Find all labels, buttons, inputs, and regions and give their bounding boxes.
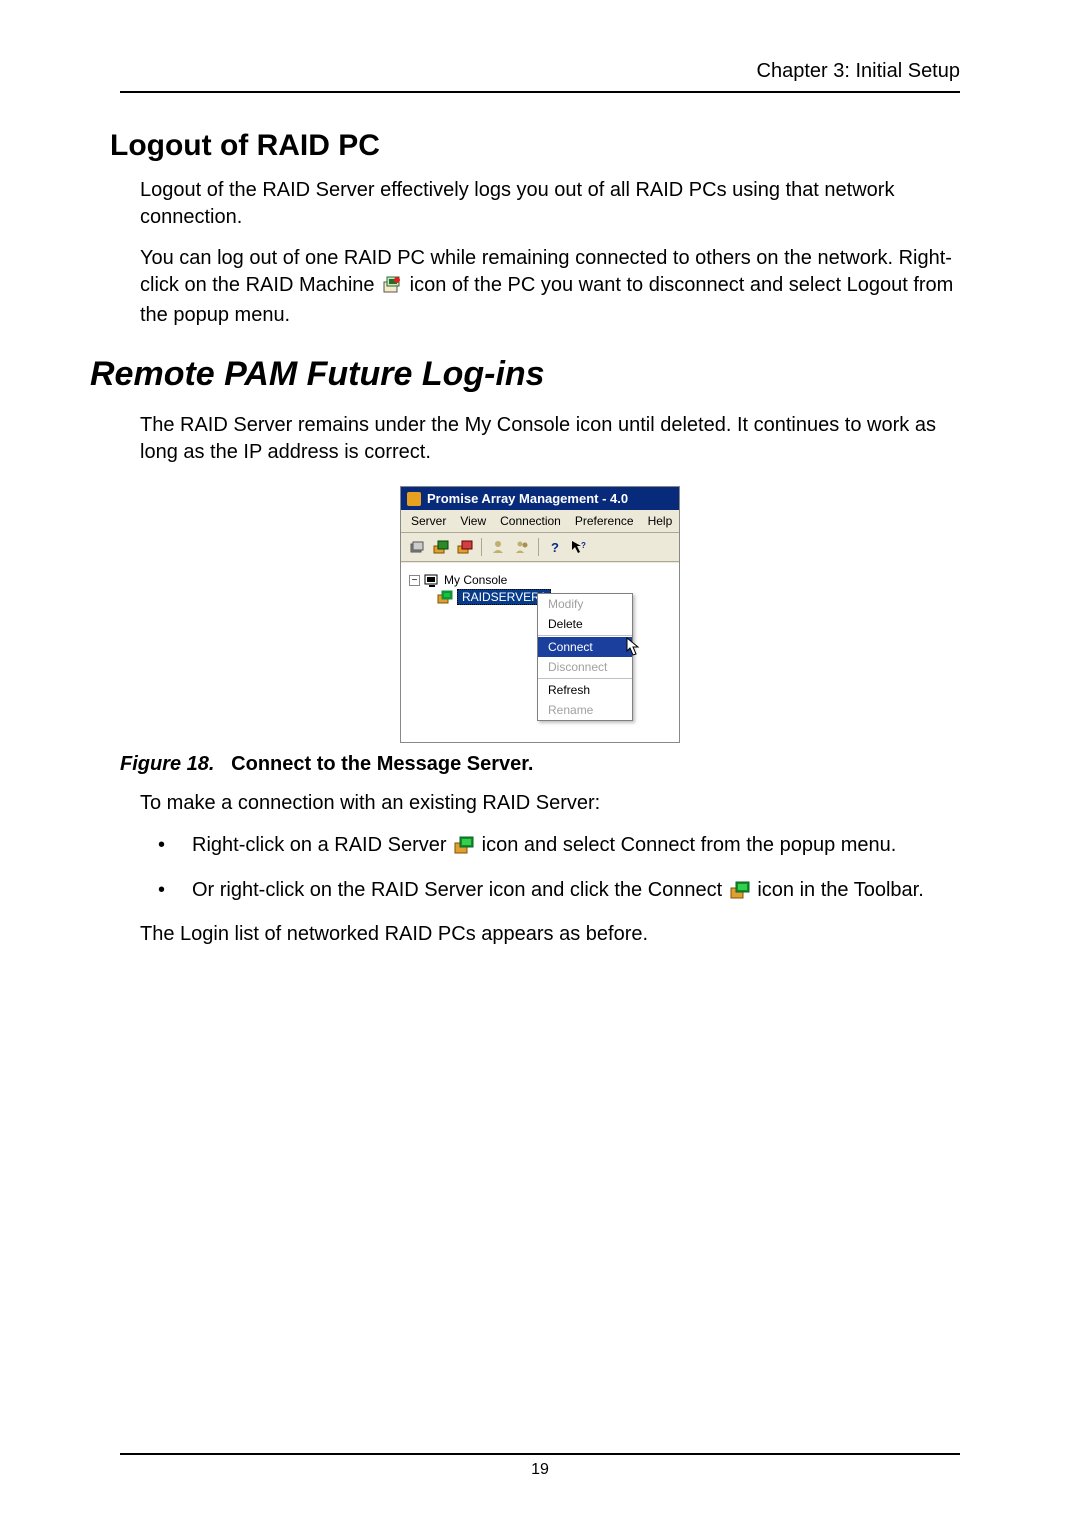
menu-separator <box>538 678 632 679</box>
text-run: icon in the Toolbar. <box>757 879 923 901</box>
toolbar-help-icon[interactable]: ? <box>545 537 565 557</box>
chapter-header: Chapter 3: Initial Setup <box>120 60 960 93</box>
text-run: icon and select Connect from the popup m… <box>482 834 897 856</box>
paragraph: The Login list of networked RAID PCs app… <box>140 921 960 948</box>
figure-label: Figure 18. <box>120 753 214 775</box>
toolbar-context-help-icon[interactable]: ? <box>569 537 589 557</box>
menu-item-rename: Rename <box>538 700 632 720</box>
tree-root-row[interactable]: − My Console <box>409 573 671 587</box>
app-window: Promise Array Management - 4.0 Server Vi… <box>400 486 680 743</box>
menu-item-modify: Modify <box>538 594 632 614</box>
tree-view[interactable]: − My Console RAIDSERVER1 Modify Delete <box>401 562 679 742</box>
menu-item-delete[interactable]: Delete <box>538 614 632 634</box>
list-item: Or right-click on the RAID Server icon a… <box>158 876 960 907</box>
menubar[interactable]: Server View Connection Preference Help <box>401 510 679 533</box>
menu-connection[interactable]: Connection <box>494 512 567 530</box>
paragraph: The RAID Server remains under the My Con… <box>140 412 960 466</box>
figure-caption: Figure 18. Connect to the Message Server… <box>120 753 960 776</box>
window-titlebar: Promise Array Management - 4.0 <box>401 487 679 510</box>
bullet-list: Right-click on a RAID Server icon and se… <box>158 831 960 907</box>
app-icon <box>407 492 421 506</box>
menu-item-connect[interactable]: Connect <box>538 637 632 657</box>
connect-icon <box>730 879 750 907</box>
text-run: Or right-click on the RAID Server icon a… <box>192 879 728 901</box>
menu-item-disconnect: Disconnect <box>538 657 632 677</box>
page: Chapter 3: Initial Setup Logout of RAID … <box>0 0 1080 1529</box>
cursor-icon <box>626 637 642 657</box>
toolbar-user-icon[interactable] <box>488 537 508 557</box>
menu-help[interactable]: Help <box>642 512 679 530</box>
page-footer: 19 <box>120 1453 960 1479</box>
console-icon <box>424 573 440 587</box>
paragraph: You can log out of one RAID PC while rem… <box>140 245 960 329</box>
paragraph: To make a connection with an existing RA… <box>140 790 960 817</box>
menu-view[interactable]: View <box>454 512 492 530</box>
toolbar-separator <box>538 538 539 556</box>
context-menu[interactable]: Modify Delete Connect Disconnect Refresh… <box>537 593 633 721</box>
tree-root-label: My Console <box>444 573 507 587</box>
menu-server[interactable]: Server <box>405 512 452 530</box>
figure-caption-text: Connect to the Message Server. <box>231 753 533 775</box>
menu-item-connect-label: Connect <box>548 640 593 654</box>
list-item: Right-click on a RAID Server icon and se… <box>158 831 960 862</box>
menu-item-refresh[interactable]: Refresh <box>538 680 632 700</box>
text-run: Right-click on a RAID Server <box>192 834 452 856</box>
paragraph: Logout of the RAID Server effectively lo… <box>140 177 960 231</box>
toolbar-new-icon[interactable] <box>407 537 427 557</box>
menu-separator <box>538 635 632 636</box>
heading-remote-pam-future-logins: Remote PAM Future Log-ins <box>90 355 960 394</box>
toolbar: ? ? <box>401 533 679 562</box>
toolbar-connect-icon[interactable] <box>431 537 451 557</box>
raid-machine-icon <box>382 275 402 302</box>
toolbar-disconnect-icon[interactable] <box>455 537 475 557</box>
raid-server-icon <box>437 590 453 604</box>
figure: Promise Array Management - 4.0 Server Vi… <box>120 486 960 743</box>
toolbar-users-icon[interactable] <box>512 537 532 557</box>
toolbar-separator <box>481 538 482 556</box>
raid-server-icon <box>454 834 474 862</box>
window-title: Promise Array Management - 4.0 <box>427 491 628 506</box>
page-number: 19 <box>531 1461 549 1478</box>
tree-collapse-icon[interactable]: − <box>409 575 420 586</box>
svg-text:?: ? <box>581 541 586 550</box>
menu-preference[interactable]: Preference <box>569 512 640 530</box>
heading-logout-raid-pc: Logout of RAID PC <box>110 129 960 163</box>
